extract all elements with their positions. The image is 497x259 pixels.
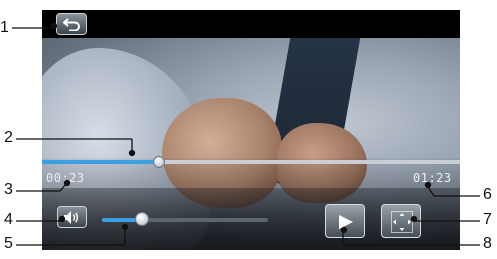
callout-dot-6 — [424, 181, 432, 189]
callout-label-5: 5 — [4, 235, 13, 252]
callout-dot-5 — [121, 223, 129, 231]
callout-dot-2 — [128, 149, 136, 157]
callout-dot-1 — [50, 22, 58, 30]
callout-dot-7 — [410, 215, 418, 223]
callout-label-6: 6 — [483, 186, 492, 203]
callout-dot-8 — [340, 226, 348, 234]
callout-dot-3 — [63, 179, 71, 187]
callout-label-2: 2 — [4, 129, 13, 146]
callout-label-3: 3 — [4, 181, 13, 198]
callout-label-7: 7 — [483, 211, 492, 228]
callout-lines — [12, 22, 480, 246]
callout-label-1: 1 — [0, 19, 9, 36]
callout-dot-4 — [58, 215, 66, 223]
callout-label-8: 8 — [483, 235, 492, 252]
callout-label-4: 4 — [4, 211, 13, 228]
